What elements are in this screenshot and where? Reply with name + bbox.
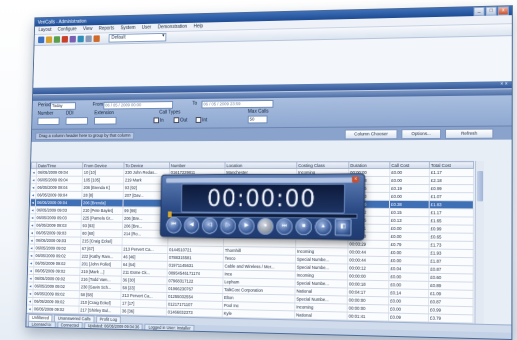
column-header[interactable]: Duration: [348, 161, 390, 169]
eject-button[interactable]: ▲: [314, 218, 332, 236]
player-controls: ⏮ ◀ ◁ ▷ ▶ ● ⏭ ■ ▲ ◧: [166, 217, 355, 237]
column-header[interactable]: Costing Class: [296, 161, 349, 169]
period-label: Period: [37, 102, 51, 109]
out-label: Out: [179, 117, 188, 124]
number-label: Number: [37, 110, 54, 117]
step-back-button[interactable]: ◁: [201, 217, 218, 234]
maximize-button[interactable]: □: [485, 6, 497, 16]
application-window: VeriCalls - Administration _ □ x Layout …: [25, 5, 513, 340]
save-icon[interactable]: [38, 36, 45, 44]
table-cell: 10 [10]: [82, 168, 124, 177]
table-cell: 206 [Brenda K]: [82, 183, 124, 192]
ddi-input[interactable]: [65, 117, 88, 125]
skip-start-button[interactable]: ⏮: [166, 217, 182, 234]
skip-end-button[interactable]: ⏭: [276, 218, 293, 236]
status-updated: Updated: 06/05/2009 09:04:36: [84, 321, 144, 330]
table-cell: £0.15: [389, 208, 430, 217]
table-cell: £0.19: [389, 184, 430, 193]
max-calls-input[interactable]: 50: [247, 115, 268, 124]
phone-icon[interactable]: [77, 35, 84, 43]
extension-input[interactable]: [93, 116, 117, 125]
stop-button[interactable]: ■: [295, 218, 313, 236]
menu-help[interactable]: Help: [194, 24, 204, 30]
column-header[interactable]: Total Cost: [429, 161, 474, 169]
call-types-label: Call Types: [159, 109, 181, 116]
layout-combo[interactable]: Default: [108, 32, 167, 43]
folder-icon[interactable]: [45, 36, 53, 43]
refresh-icon[interactable]: [53, 36, 61, 43]
column-header[interactable]: Number: [169, 161, 226, 169]
call-playback-player: × 00:00:00 ⏮ ◀ ◁ ▷ ▶ ● ⏭ ■ ▲ ◧: [159, 173, 366, 241]
group-by-hint[interactable]: Drag a column header here to group by th…: [35, 131, 135, 141]
close-button[interactable]: x: [497, 6, 509, 16]
grid-toolbar: Drag a column header here to group by th…: [31, 125, 512, 142]
close-panel-icon[interactable]: × ×: [500, 81, 507, 87]
table-cell: 06/05/2009 09:04: [35, 183, 83, 192]
table-cell: £0.99: [429, 184, 474, 193]
play-button[interactable]: ▶: [238, 217, 255, 235]
minimize-button[interactable]: _: [473, 6, 485, 17]
volume-icon[interactable]: ◧: [334, 218, 352, 237]
period-select[interactable]: Today: [50, 102, 76, 110]
player-close-button[interactable]: ×: [352, 176, 360, 183]
report-icon[interactable]: [69, 35, 76, 43]
table-cell: £1.07: [429, 192, 474, 201]
menu-layout[interactable]: Layout: [38, 27, 51, 33]
column-chooser-button[interactable]: Column Chooser: [344, 129, 398, 140]
table-cell: 105 [105]: [82, 176, 124, 184]
out-checkbox[interactable]: Out: [173, 117, 188, 124]
menu-configure[interactable]: Configure: [58, 27, 77, 33]
to-label: To: [192, 100, 198, 107]
alert-icon[interactable]: [93, 35, 100, 42]
column-header[interactable]: To Device: [123, 161, 170, 169]
settings-icon[interactable]: [85, 35, 92, 43]
in-label: In: [159, 117, 164, 124]
rewind-button[interactable]: ◀: [183, 217, 200, 234]
menu-demonstration[interactable]: Demonstration: [158, 24, 188, 30]
status-user: Logged in User: Installer: [144, 323, 195, 332]
table-cell: £0.00: [389, 192, 430, 201]
filter-panel: Period Today From 06 / 05 / 2009 00:00 T…: [32, 95, 512, 129]
menu-system[interactable]: System: [120, 25, 135, 31]
table-cell: 06/05/2009 09:04: [36, 168, 83, 177]
menu-user[interactable]: User: [142, 25, 152, 31]
refresh-button[interactable]: Refresh: [445, 128, 494, 139]
table-cell: £0.00: [389, 176, 430, 185]
record-button[interactable]: ●: [257, 217, 274, 235]
table-cell: £2.18: [429, 176, 474, 185]
in-checkbox[interactable]: In: [153, 117, 164, 124]
from-label: From: [92, 101, 104, 108]
workspace-area: × ×: [33, 36, 512, 96]
delete-icon[interactable]: [61, 36, 68, 43]
table-cell: £0.00: [389, 168, 430, 177]
playback-time-display: 00:00:00: [180, 183, 346, 214]
vertical-scrollbar[interactable]: [474, 160, 485, 324]
max-calls-label: Max Calls: [247, 108, 269, 115]
column-header[interactable]: Call Cost: [389, 161, 430, 169]
table-cell: 06/05/2009 09:04: [36, 176, 83, 184]
menu-view[interactable]: View: [83, 26, 93, 32]
step-forward-button[interactable]: ▷: [220, 217, 236, 235]
screenshot-stage: VeriCalls - Administration _ □ x Layout …: [0, 0, 517, 340]
menu-reports[interactable]: Reports: [99, 26, 115, 32]
table-cell: £0.38: [389, 200, 430, 209]
from-input[interactable]: 06 / 05 / 2009 00:00: [103, 101, 174, 110]
number-input[interactable]: [37, 117, 60, 126]
table-cell: £1.83: [429, 200, 474, 209]
ddi-label: DDI: [65, 110, 74, 117]
to-input[interactable]: 06 / 05 / 2009 23:59: [201, 99, 274, 109]
table-cell: £1.17: [429, 168, 474, 177]
status-license: Licensed to:: [28, 320, 56, 328]
extension-label: Extension: [94, 110, 115, 117]
int-checkbox[interactable]: Int: [195, 117, 208, 124]
int-label: Int: [202, 117, 208, 124]
scroll-thumb[interactable]: [476, 171, 484, 202]
player-title-bar[interactable]: [166, 177, 360, 183]
table-cell: 28 [8]: [81, 191, 124, 200]
status-connection: Connected: [57, 321, 83, 329]
options-button[interactable]: Options...: [401, 128, 442, 140]
column-header[interactable]: Location: [224, 161, 297, 169]
